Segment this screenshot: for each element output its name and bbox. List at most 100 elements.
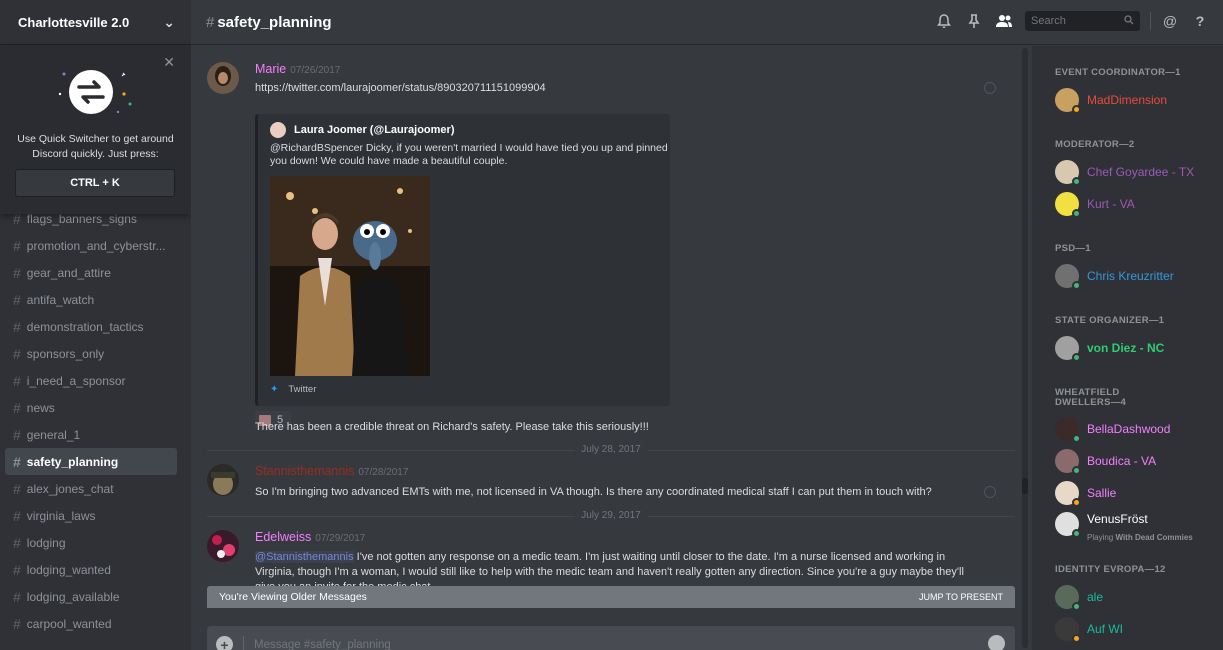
member-item[interactable]: Chris Kreuzritter <box>1055 263 1174 290</box>
hash-icon: # <box>13 426 21 443</box>
members-icon[interactable] <box>993 10 1015 32</box>
member-item[interactable]: Sallie <box>1055 480 1116 507</box>
close-icon[interactable]: ✕ <box>163 54 175 71</box>
channel-item[interactable]: # lodging_available <box>5 583 177 610</box>
message: Marie 07/26/2017 https://twitter.com/laur… <box>207 62 1007 442</box>
mentions-icon[interactable]: @ <box>1159 10 1181 32</box>
message-author[interactable]: Stannisthemannis 07/28/2017 <box>255 464 408 478</box>
avatar[interactable] <box>207 530 239 562</box>
message: Edelweiss 07/29/2017 @Stannisthemannis I'… <box>207 530 1007 593</box>
channel-item[interactable]: # promotion_and_cyberstr... <box>5 232 177 259</box>
channel-title: # safety_planning <box>206 13 332 31</box>
header-toolbar: Search @ ? <box>925 10 1211 32</box>
avatar <box>1055 264 1081 290</box>
channel-item[interactable]: # demonstration_tactics <box>5 313 177 340</box>
channel-item[interactable]: # news <box>5 394 177 421</box>
member-item[interactable]: von Diez - NC <box>1055 335 1164 362</box>
chevron-down-icon: ⌄ <box>163 13 175 30</box>
discord-app: Charlottesville 2.0 ⌄ # flags_banners_sig… <box>0 0 1223 650</box>
avatar <box>1055 481 1081 507</box>
channel-item-active[interactable]: # safety_planning <box>5 448 177 475</box>
channel-item[interactable]: # antifa_watch <box>5 286 177 313</box>
add-reaction-icon[interactable] <box>984 486 996 498</box>
channel-label: demonstration_tactics <box>26 319 144 334</box>
message: Stannisthemannis 07/28/2017 So I'm bringi… <box>207 464 1007 504</box>
channel-item[interactable]: # sponsors_only <box>5 340 177 367</box>
channel-label: gear_and_attire <box>26 265 111 280</box>
older-messages-label: You're Viewing Older Messages <box>219 591 367 603</box>
status-online-icon <box>1072 434 1081 443</box>
avatar[interactable] <box>207 62 239 94</box>
channel-item[interactable]: # carpool_wanted <box>5 610 177 637</box>
server-header[interactable]: Charlottesville 2.0 ⌄ <box>0 0 191 45</box>
avatar <box>1055 160 1081 186</box>
date-divider: July 28, 2017 <box>207 444 1015 456</box>
channel-label: lodging_wanted <box>26 562 111 577</box>
search-icon <box>1124 14 1134 28</box>
message-author[interactable]: Marie 07/26/2017 <box>255 62 340 76</box>
status-idle-icon <box>1072 634 1081 643</box>
role-header: WHEATFIELD DWELLERS—4 <box>1055 387 1127 408</box>
message-text: There has been a credible threat on Rich… <box>255 421 649 433</box>
add-reaction-icon[interactable] <box>984 82 996 94</box>
message-input[interactable]: Message #safety_planning <box>254 639 391 650</box>
user-mention[interactable]: @Stannisthemannis <box>255 551 354 563</box>
header-divider <box>1150 12 1151 30</box>
status-online-icon <box>1072 602 1081 611</box>
channel-item[interactable]: # i_need_a_sponsor <box>5 367 177 394</box>
member-item[interactable]: Chef Goyardee - TX <box>1055 159 1194 186</box>
channel-item[interactable]: # alex_jones_chat <box>5 475 177 502</box>
member-item[interactable]: Auf WI <box>1055 616 1123 643</box>
quick-switcher-text: Use Quick Switcher to get around Discord… <box>17 133 174 160</box>
channel-item[interactable]: # gear_and_attire <box>5 259 177 286</box>
embed-author[interactable]: Laura Joomer (@Laurajoomer) <box>270 122 454 138</box>
status-idle-icon <box>1072 105 1081 114</box>
avatar <box>1055 417 1081 443</box>
channel-sidebar: Charlottesville 2.0 ⌄ # flags_banners_sig… <box>0 0 191 650</box>
member-item[interactable]: ale <box>1055 584 1103 611</box>
pin-icon[interactable] <box>963 10 985 32</box>
message-author[interactable]: Edelweiss 07/29/2017 <box>255 530 365 544</box>
member-item[interactable]: VenusFröst Playing With Dead Commies <box>1055 512 1193 542</box>
message-composer: + Message #safety_planning <box>207 626 1015 650</box>
bell-icon[interactable] <box>933 10 955 32</box>
role-header: PSD—1 <box>1055 243 1091 254</box>
member-activity: Playing With Dead Commies <box>1087 533 1193 542</box>
help-icon[interactable]: ? <box>1189 10 1211 32</box>
emoji-picker-icon[interactable] <box>988 635 1005 650</box>
timestamp: 07/29/2017 <box>315 533 366 544</box>
scrollbar[interactable] <box>1022 48 1028 648</box>
twitter-embed: Laura Joomer (@Laurajoomer) @RichardBSpe… <box>255 114 670 406</box>
member-item[interactable]: Boudica - VA <box>1055 448 1156 475</box>
hash-icon: # <box>13 453 21 470</box>
scrollbar-thumb[interactable] <box>1022 478 1028 494</box>
older-messages-bar: You're Viewing Older Messages JUMP TO PR… <box>207 586 1015 608</box>
hash-icon: # <box>13 534 21 551</box>
status-online-icon <box>1072 529 1081 538</box>
role-header: MODERATOR—2 <box>1055 139 1135 150</box>
status-online-icon <box>1072 466 1081 475</box>
channel-item[interactable]: # virginia_laws <box>5 502 177 529</box>
avatar[interactable] <box>207 464 239 496</box>
jump-to-present-button[interactable]: JUMP TO PRESENT <box>919 592 1003 602</box>
composer-divider <box>243 636 244 650</box>
channel-label: antifa_watch <box>26 292 95 307</box>
channel-item[interactable]: # general_1 <box>5 421 177 448</box>
hash-icon: # <box>13 372 21 389</box>
channel-item[interactable]: # lodging_wanted <box>5 556 177 583</box>
hash-icon: # <box>13 507 21 524</box>
channel-item[interactable]: # lodging <box>5 529 177 556</box>
message-text: Virginia, though I'm a woman, I would st… <box>255 566 964 578</box>
status-online-icon <box>1072 281 1081 290</box>
embed-photo[interactable] <box>270 176 430 376</box>
member-item[interactable]: BellaDashwood <box>1055 416 1170 443</box>
search-input[interactable]: Search <box>1025 11 1140 31</box>
avatar <box>1055 617 1081 643</box>
member-item[interactable]: MadDimension <box>1055 87 1167 114</box>
member-item[interactable]: Kurt - VA <box>1055 191 1135 218</box>
embed-footer: ✦ Twitter <box>270 384 317 395</box>
hash-icon: # <box>13 291 21 308</box>
message-link[interactable]: https://twitter.com/laurajoomer/status/8… <box>255 81 546 96</box>
upload-plus-icon[interactable]: + <box>216 636 233 650</box>
server-name: Charlottesville 2.0 <box>18 14 130 30</box>
